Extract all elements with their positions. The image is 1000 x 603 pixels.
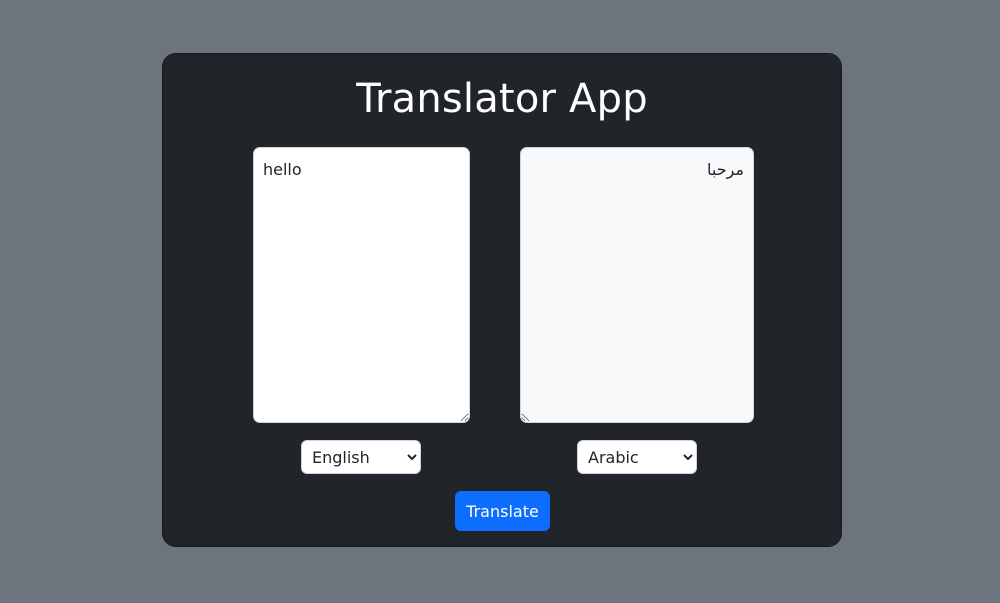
source-text-input[interactable]: hello: [253, 147, 470, 423]
app-title: Translator App: [356, 76, 648, 122]
translated-text-output[interactable]: مرحبا: [520, 147, 754, 423]
source-language-select[interactable]: English: [301, 440, 421, 474]
target-language-select[interactable]: Arabic: [577, 440, 697, 474]
translator-card: Translator App hello مرحبا English Arabi…: [162, 53, 842, 547]
translate-button[interactable]: Translate: [455, 491, 550, 531]
